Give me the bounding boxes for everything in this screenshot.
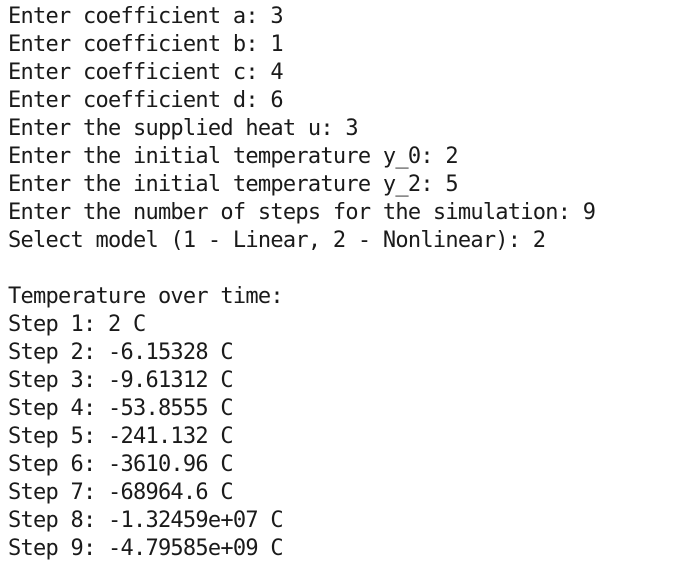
console-output: Enter coefficient a: 3 Enter coefficient… xyxy=(0,0,684,569)
step-line-8: Step 8: -1.32459e+07 C xyxy=(8,508,284,533)
step-line-4: Step 4: -53.8555 C xyxy=(8,396,234,421)
step-line-7: Step 7: -68964.6 C xyxy=(8,480,234,505)
prompt-line-coefficient-c: Enter coefficient c: 4 xyxy=(8,60,284,85)
prompt-line-coefficient-b: Enter coefficient b: 1 xyxy=(8,32,284,57)
step-line-2: Step 2: -6.15328 C xyxy=(8,340,234,365)
step-line-1: Step 1: 2 C xyxy=(8,312,146,337)
prompt-line-select-model: Select model (1 - Linear, 2 - Nonlinear)… xyxy=(8,228,546,253)
prompt-line-coefficient-d: Enter coefficient d: 6 xyxy=(8,88,284,113)
step-line-3: Step 3: -9.61312 C xyxy=(8,368,234,393)
prompt-line-coefficient-a: Enter coefficient a: 3 xyxy=(8,4,284,29)
prompt-line-supplied-heat: Enter the supplied heat u: 3 xyxy=(8,116,359,141)
step-line-6: Step 6: -3610.96 C xyxy=(8,452,234,477)
prompt-line-initial-temp-y2: Enter the initial temperature y_2: 5 xyxy=(8,172,459,197)
step-line-9: Step 9: -4.79585e+09 C xyxy=(8,536,284,561)
prompt-line-number-of-steps: Enter the number of steps for the simula… xyxy=(8,200,596,225)
results-header: Temperature over time: xyxy=(8,284,284,309)
prompt-line-initial-temp-y0: Enter the initial temperature y_0: 2 xyxy=(8,144,459,169)
step-line-5: Step 5: -241.132 C xyxy=(8,424,234,449)
